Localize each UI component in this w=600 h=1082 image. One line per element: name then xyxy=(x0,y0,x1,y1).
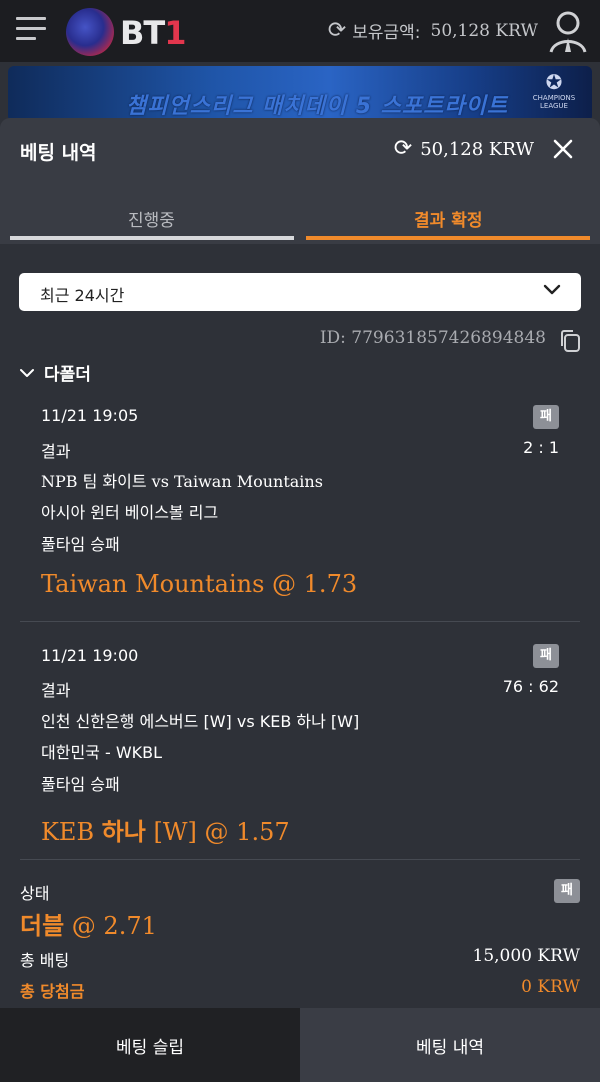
league-name: 아시아 윈터 베이스볼 리그 xyxy=(41,503,219,522)
close-icon[interactable] xyxy=(552,138,574,160)
tab-bar: 진행중 결과 확정 xyxy=(0,184,600,244)
panel-title: 베팅 내역 xyxy=(20,142,97,164)
total-win-label: 총 당첨금 xyxy=(20,982,85,1001)
refresh-icon[interactable]: ⟳ xyxy=(328,18,346,43)
match-datetime: 11/21 19:05 xyxy=(41,406,139,425)
match-teams: 인천 신한은행 에스버드 [W] vs KEB 하나 [W] xyxy=(41,712,360,731)
bet-id: ID: 779631857426894848 xyxy=(319,328,546,348)
divider xyxy=(20,859,580,860)
result-label: 결과 xyxy=(41,442,71,461)
champions-league-logo: ✪ CHAMPIONS LEAGUE xyxy=(530,70,578,110)
panel-header: 베팅 내역 ⟳ 50,128 KRW xyxy=(0,118,600,184)
status-badge: 패 xyxy=(554,879,580,903)
bet-combo-type: 더블 @ 2.71 xyxy=(20,912,157,940)
total-bet-label: 총 배팅 xyxy=(20,951,70,970)
tab-underline-settled xyxy=(306,236,590,240)
banner-text: 챔피언스리그 매치데이 5 스포트라이트 xyxy=(126,94,509,119)
market-name: 풀타임 승패 xyxy=(41,775,120,794)
status-label: 상태 xyxy=(20,884,50,903)
balance-amount: 50,128 KRW xyxy=(430,20,539,41)
star-ball-icon: ✪ xyxy=(545,70,563,94)
copy-icon[interactable] xyxy=(559,329,581,353)
panel-balance: ⟳ 50,128 KRW xyxy=(394,138,534,160)
logo-ball-graphic xyxy=(66,8,114,56)
tab-underline-in-progress xyxy=(10,236,294,240)
result-badge: 패 xyxy=(533,405,559,429)
promo-banner[interactable]: 챔피언스리그 매치데이 5 스포트라이트 ✪ CHAMPIONS LEAGUE xyxy=(8,66,592,122)
bet-selection: 11/21 19:00 패 결과 76 : 62 인천 신한은행 에스버드 [W… xyxy=(20,622,580,860)
result-badge: 패 xyxy=(533,644,559,668)
total-win-value: 0 KRW xyxy=(521,977,580,997)
market-name: 풀타임 승패 xyxy=(41,535,120,554)
period-filter-value: 최근 24시간 xyxy=(40,286,125,305)
match-datetime: 11/21 19:00 xyxy=(41,646,139,665)
result-label: 결과 xyxy=(41,681,71,700)
bet-selection: 11/21 19:05 패 결과 2 : 1 NPB 팀 화이트 vs Taiw… xyxy=(20,386,580,622)
bet-type-toggle[interactable]: 다폴더 xyxy=(20,360,91,385)
chevron-down-icon xyxy=(20,368,34,377)
bet-slip-button[interactable]: 베팅 슬립 xyxy=(0,1008,300,1082)
selected-pick: Taiwan Mountains @ 1.73 xyxy=(41,570,358,598)
match-score: 2 : 1 xyxy=(523,438,559,457)
total-bet-value: 15,000 KRW xyxy=(472,946,581,966)
bottom-nav: 베팅 슬립 베팅 내역 xyxy=(0,1008,600,1082)
site-logo[interactable]: BT1 xyxy=(66,8,196,56)
chevron-down-icon xyxy=(543,284,561,295)
user-icon[interactable] xyxy=(548,10,588,54)
header-balance: ⟳ 보유금액: 50,128 KRW xyxy=(328,18,538,43)
panel-balance-amount: 50,128 KRW xyxy=(420,138,534,160)
league-name: 대한민국 - WKBL xyxy=(41,743,163,762)
bet-history-button[interactable]: 베팅 내역 xyxy=(300,1008,600,1082)
selected-pick: KEB 하나 [W] @ 1.57 xyxy=(41,818,290,846)
menu-icon[interactable] xyxy=(16,17,46,43)
logo-text: BT1 xyxy=(120,14,186,52)
match-score: 76 : 62 xyxy=(502,677,559,696)
bet-history-panel: 베팅 내역 ⟳ 50,128 KRW 진행중 결과 확정 최근 24시간 ID:… xyxy=(0,118,600,1082)
tab-in-progress[interactable]: 진행중 xyxy=(128,206,175,231)
match-teams: NPB 팀 화이트 vs Taiwan Mountains xyxy=(41,472,323,491)
balance-label: 보유금액: xyxy=(352,23,421,43)
bet-type-label: 다폴더 xyxy=(44,365,91,385)
top-header: BT1 ⟳ 보유금액: 50,128 KRW xyxy=(0,0,600,62)
period-filter-select[interactable]: 최근 24시간 xyxy=(19,273,581,311)
tab-settled[interactable]: 결과 확정 xyxy=(414,206,482,231)
refresh-icon[interactable]: ⟳ xyxy=(394,138,412,160)
